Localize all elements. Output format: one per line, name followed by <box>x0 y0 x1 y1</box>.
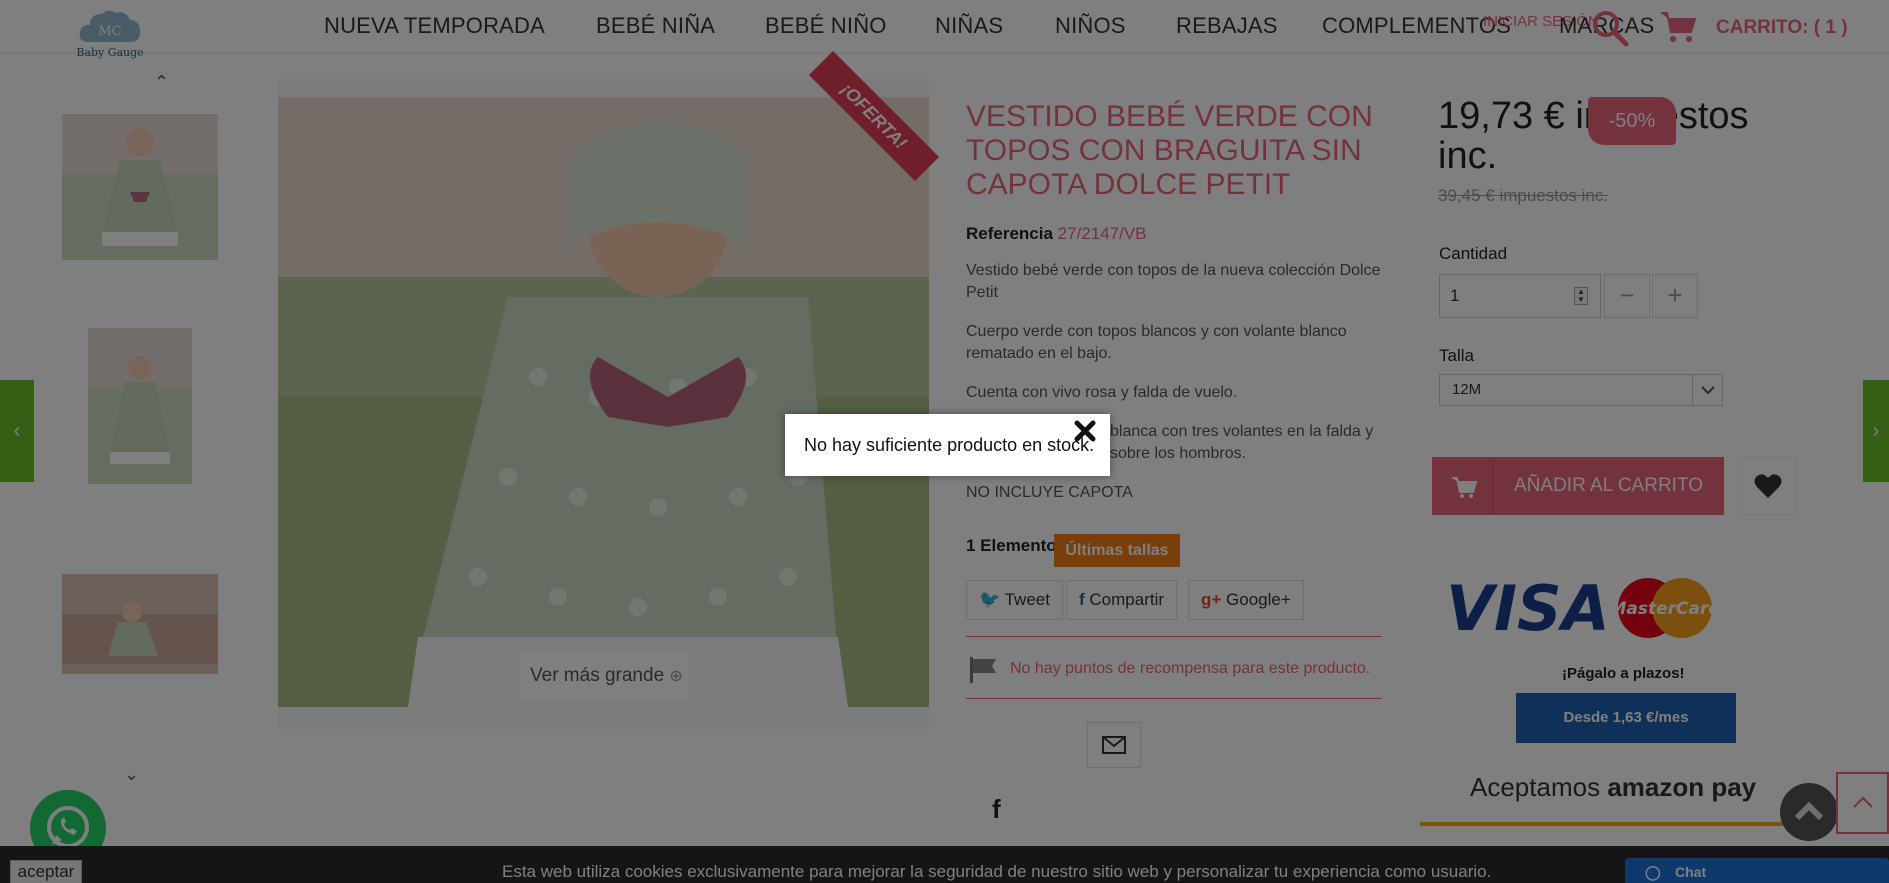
stock-error-message: No hay suficiente producto en stock. <box>804 435 1095 455</box>
stock-error-dialog: No hay suficiente producto en stock. <box>785 414 1110 476</box>
close-icon[interactable] <box>1072 418 1098 444</box>
